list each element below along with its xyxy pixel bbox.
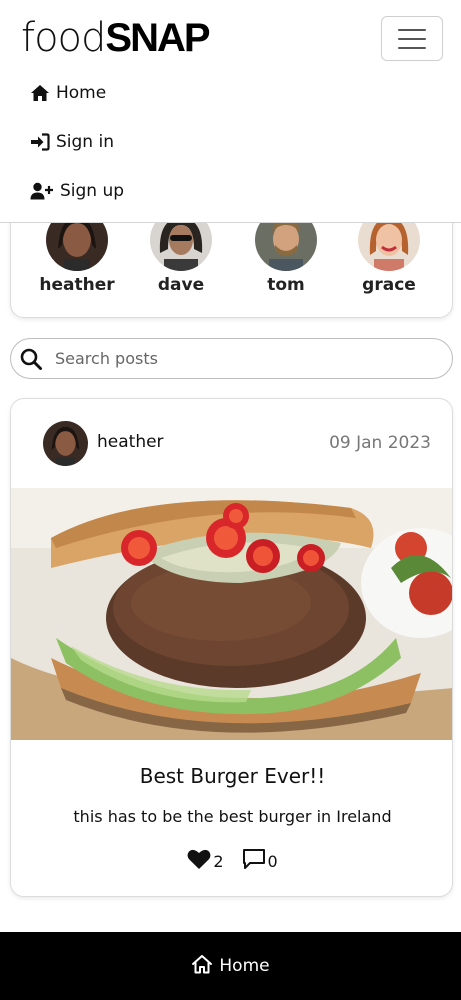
user-plus-icon [30,181,56,201]
sign-in-icon [30,132,52,152]
nav-item-label: Sign up [60,180,125,201]
post-author-name[interactable]: heather [97,432,164,452]
heart-icon[interactable] [187,848,211,874]
profile-name[interactable]: tom [246,275,326,295]
brand-logo-bold[interactable]: SNAP [105,16,210,60]
post-card[interactable]: heather 09 Jan 2023 Best Burger Ever!! t… [10,398,453,897]
top-navbar: foodSNAP Home Sign in Sign up [0,0,461,223]
nav-item-sign-up[interactable]: Sign up [30,166,330,215]
brand-logo-light[interactable]: food [21,15,106,61]
post-title[interactable]: Best Burger Ever!! [11,764,452,788]
like-count: 2 [213,851,224,871]
nav-item-label: Home [56,82,107,103]
profile-name[interactable]: grace [349,275,429,295]
brand-logo[interactable]: foodSNAP [21,14,211,62]
search-icon [19,347,43,371]
nav-item-home[interactable]: Home [30,68,330,117]
bottom-nav-bar: Home [0,932,461,1000]
home-icon [30,83,52,103]
post-image[interactable] [11,488,452,740]
nav-item-label: Sign in [56,131,114,152]
post-stats: 2 0 [11,848,452,874]
post-content: this has to be the best burger in Irelan… [73,807,392,826]
profile-name[interactable]: heather [37,275,117,295]
nav-item-sign-in[interactable]: Sign in [30,117,330,166]
navbar-toggler-button[interactable] [381,16,443,61]
profile-name[interactable]: dave [141,275,221,295]
comment-stat[interactable]: 0 [242,848,278,874]
comment-icon[interactable] [242,848,266,874]
hamburger-icon-line [398,46,426,49]
avatar[interactable] [43,421,88,466]
home-icon [191,954,213,979]
nav-menu: Home Sign in Sign up [30,68,330,215]
search-input[interactable] [55,349,435,368]
search-bar [10,338,453,379]
bottom-nav-home-label: Home [219,956,270,976]
comment-count: 0 [267,851,278,871]
bottom-nav-home[interactable]: Home [191,954,270,979]
hamburger-icon-line [398,28,426,31]
post-date: 09 Jan 2023 [329,433,431,453]
hamburger-icon-line [398,37,426,40]
post-header: heather 09 Jan 2023 [11,399,452,488]
like-stat[interactable]: 2 [187,848,224,874]
